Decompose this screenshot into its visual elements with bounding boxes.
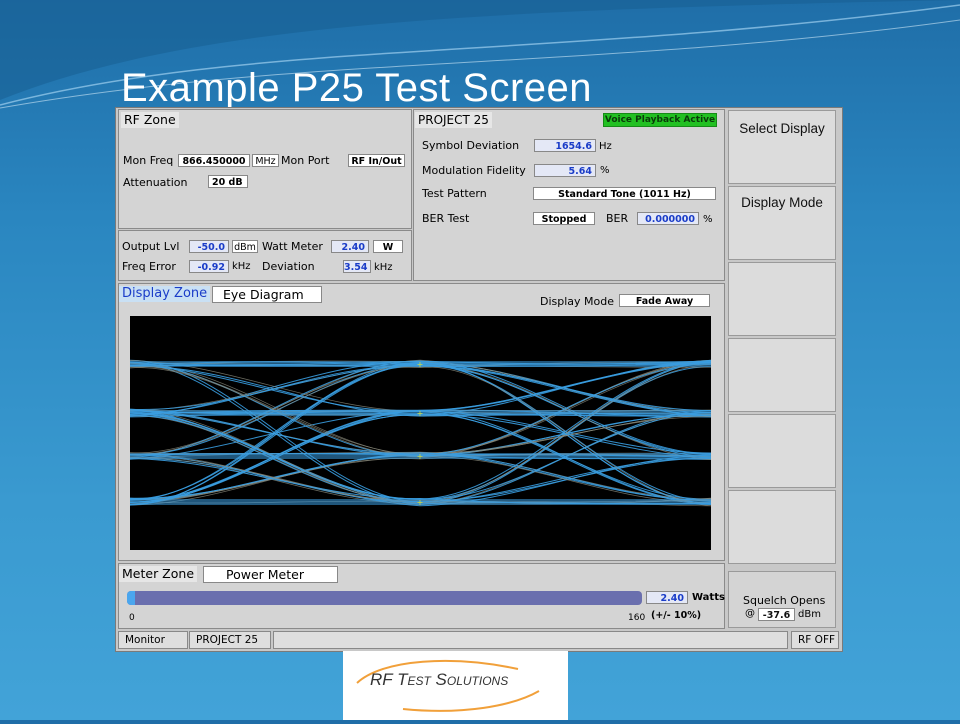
mon-port-label: Mon Port (281, 154, 330, 167)
eye-sample-marker: + (417, 498, 424, 507)
eye-sample-marker: + (417, 409, 424, 418)
power-meter-bar (127, 591, 642, 605)
output-lvl-label: Output Lvl (122, 240, 180, 253)
ber-unit: % (703, 214, 713, 225)
output-lvl-field[interactable]: -50.0 (189, 240, 229, 253)
slide-title: Example P25 Test Screen (121, 66, 593, 110)
squelch-panel: Squelch Opens @ -37.6 dBm (728, 571, 836, 628)
symbol-dev-field: 1654.6 (534, 139, 596, 152)
rf-zone-title: RF Zone (121, 112, 179, 128)
ber-field: 0.000000 (637, 212, 699, 225)
ber-label: BER (606, 212, 629, 225)
deviation-label: Deviation (262, 260, 315, 273)
logo-swoosh: RF TEST SOLUTIONS (356, 659, 540, 712)
softkey-3[interactable] (728, 262, 836, 336)
eye-sample-marker: + (417, 452, 424, 461)
instrument-screen: RF Zone Mon Freq 866.450000 MHz Mon Port… (115, 107, 843, 652)
meter-scale-max: 160 (628, 613, 646, 623)
freq-error-unit: kHz (232, 261, 251, 272)
softkey-5[interactable] (728, 414, 836, 488)
symbol-dev-unit: Hz (599, 141, 612, 152)
project25-zone: PROJECT 25 Voice Playback Active Symbol … (413, 109, 725, 281)
meter-tolerance: (+/- 10%) (651, 610, 702, 621)
squelch-unit: dBm (798, 609, 821, 620)
status-project[interactable]: PROJECT 25 (189, 631, 271, 649)
watt-meter-unit[interactable]: W (373, 240, 403, 253)
mod-fidelity-label: Modulation Fidelity (422, 164, 526, 177)
meter-reading-field: 2.40 (646, 591, 688, 604)
watt-meter-label: Watt Meter (262, 240, 323, 253)
softkey-4[interactable] (728, 338, 836, 412)
meter-reading-unit: Watts (692, 592, 725, 603)
rf-zone-bottom: Output Lvl -50.0 dBm Watt Meter 2.40 W F… (118, 230, 412, 281)
display-mode-label: Display Mode (540, 295, 615, 308)
test-pattern-label: Test Pattern (422, 187, 487, 200)
test-pattern-field[interactable]: Standard Tone (1011 Hz) (533, 187, 716, 200)
meter-zone-title: Meter Zone (119, 566, 198, 582)
squelch-at: @ (745, 608, 755, 619)
freq-error-label: Freq Error (122, 260, 176, 273)
select-display-softkey[interactable]: Select Display (728, 110, 836, 184)
ber-test-field[interactable]: Stopped (533, 212, 595, 225)
deviation-field: 3.54 (343, 260, 371, 273)
meter-scale-min: 0 (129, 613, 135, 623)
mod-fidelity-field: 5.64 (534, 164, 596, 177)
mod-fidelity-unit: % (600, 165, 610, 176)
eye-sample-marker: + (417, 360, 424, 369)
power-meter-fill (127, 591, 135, 605)
watt-meter-field: 2.40 (331, 240, 369, 253)
project25-title: PROJECT 25 (415, 112, 492, 128)
svg-text:RF TEST SOLUTIONS: RF TEST SOLUTIONS (370, 670, 508, 689)
attenuation-field[interactable]: 20 dB (208, 175, 248, 188)
status-message (273, 631, 788, 649)
squelch-field[interactable]: -37.6 (758, 608, 795, 621)
eye-diagram-plot: + + + + (130, 316, 711, 550)
display-mode-field[interactable]: Fade Away (619, 294, 710, 307)
rf-zone-top: RF Zone Mon Freq 866.450000 MHz Mon Port… (118, 109, 412, 229)
symbol-dev-label: Symbol Deviation (422, 139, 520, 152)
meter-name-field[interactable]: Power Meter (203, 566, 338, 583)
mon-freq-label: Mon Freq (123, 154, 174, 167)
display-name-field[interactable]: Eye Diagram (212, 286, 322, 303)
display-zone: Display Zone Eye Diagram Display Mode Fa… (118, 283, 725, 561)
status-rf[interactable]: RF OFF (791, 631, 839, 649)
mon-freq-unit[interactable]: MHz (252, 154, 279, 167)
voice-playback-badge: Voice Playback Active (603, 113, 717, 127)
select-display-label: Select Display (739, 121, 825, 136)
softkey-6[interactable] (728, 490, 836, 564)
rf-test-solutions-logo: RF TEST SOLUTIONS (343, 651, 568, 720)
output-lvl-unit[interactable]: dBm (232, 240, 258, 253)
meter-zone: Meter Zone Power Meter 0 160 2.40 Watts … (118, 563, 725, 629)
attenuation-label: Attenuation (123, 176, 188, 189)
freq-error-field: -0.92 (189, 260, 229, 273)
display-zone-title: Display Zone (119, 286, 211, 302)
mon-freq-field[interactable]: 866.450000 (178, 154, 250, 167)
squelch-label: Squelch Opens (743, 594, 826, 607)
status-monitor[interactable]: Monitor (118, 631, 188, 649)
deviation-unit: kHz (374, 262, 393, 273)
mon-port-field[interactable]: RF In/Out (348, 154, 405, 167)
ber-test-label: BER Test (422, 212, 470, 225)
display-mode-softkey[interactable]: Display Mode (728, 186, 836, 260)
display-mode-softkey-label: Display Mode (741, 195, 823, 210)
